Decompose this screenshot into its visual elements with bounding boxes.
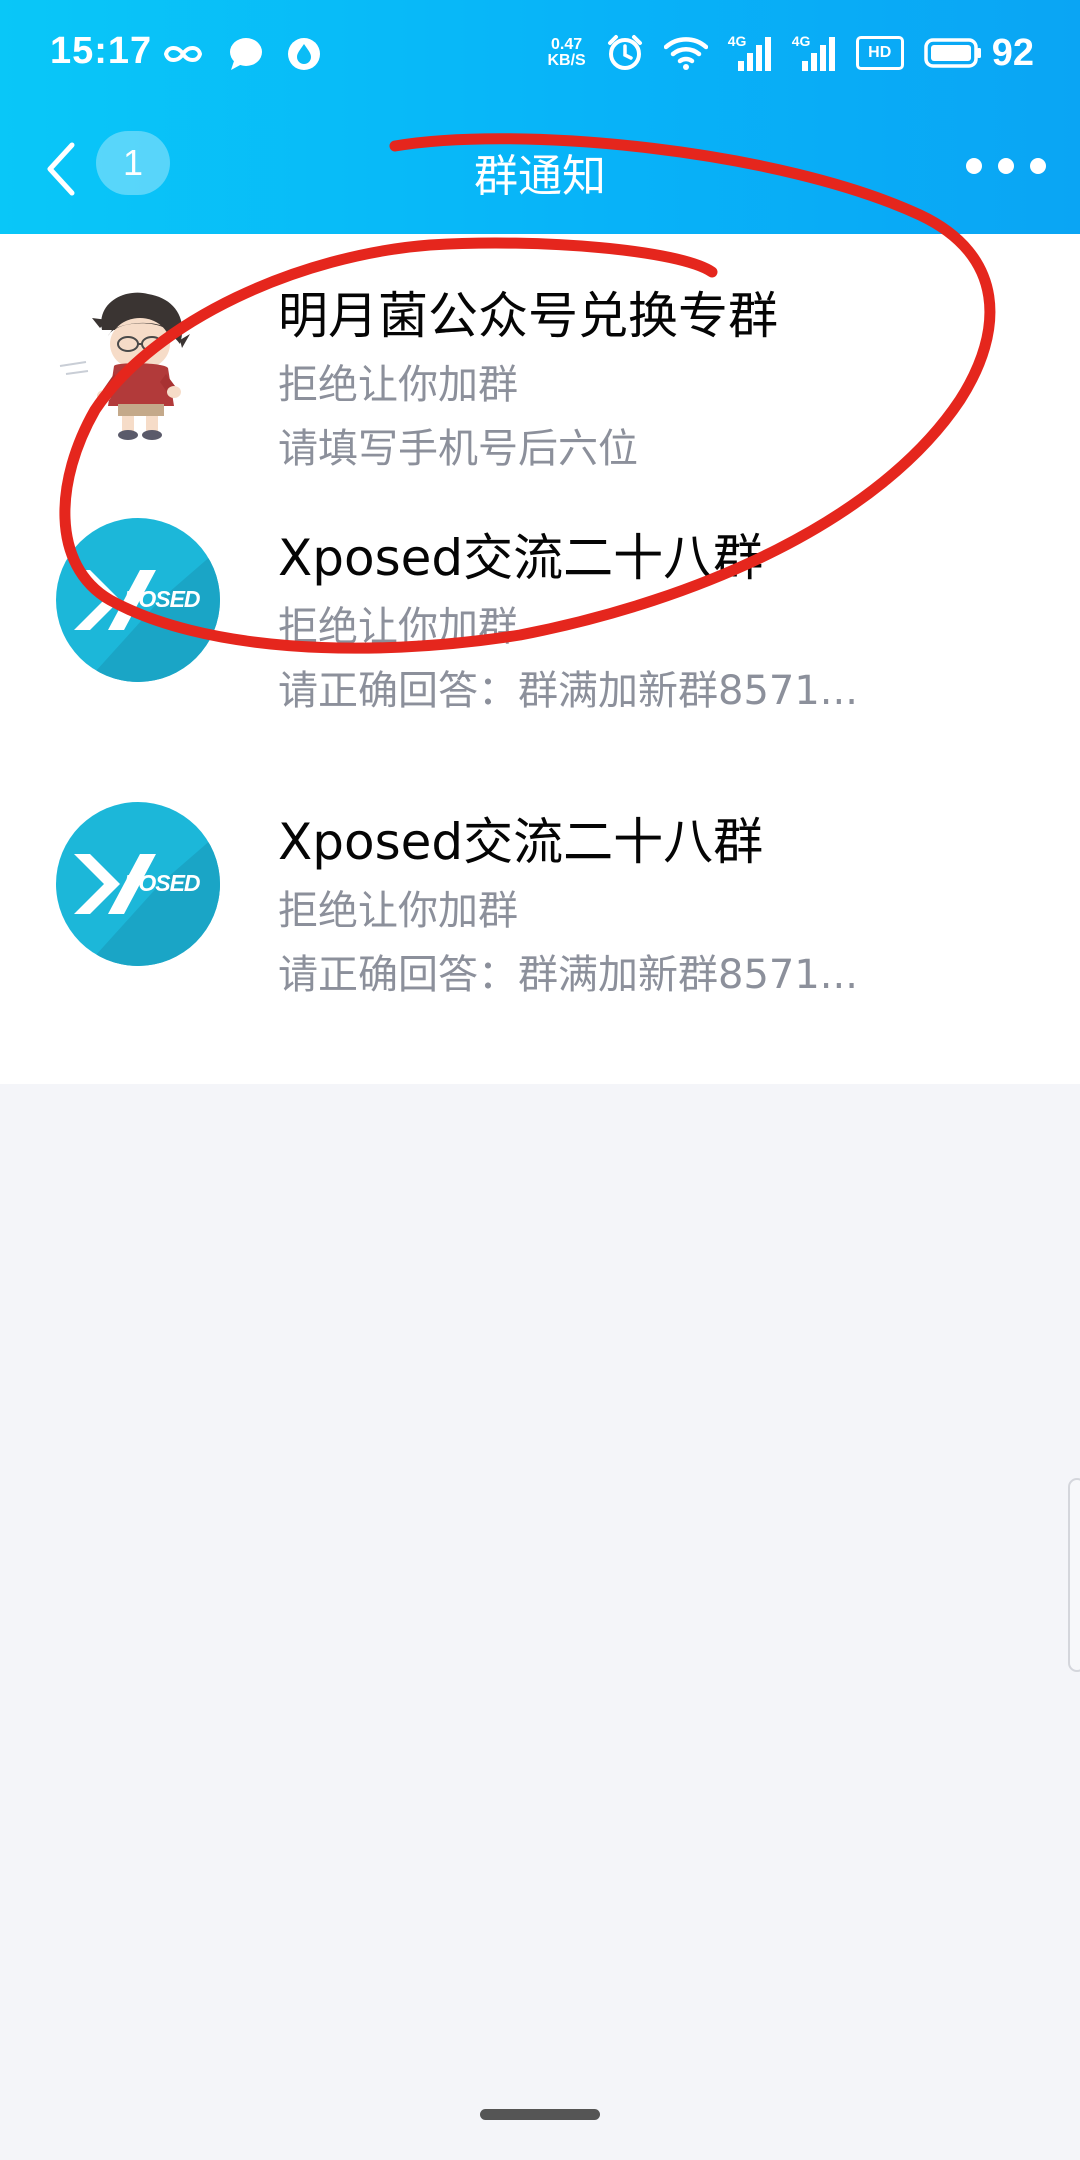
status-right-icons: 0.47 KB/S 4G 4G HD 92: [547, 30, 1034, 76]
notification-status: 拒绝让你加群: [278, 888, 518, 934]
net-speed-value: 0.47: [551, 36, 583, 53]
status-time: 15:17: [50, 30, 153, 72]
battery-level: 92: [991, 31, 1034, 74]
infinity-icon: [163, 46, 203, 62]
more-button[interactable]: [966, 146, 1046, 186]
notification-note: 请填写手机号后六位: [278, 426, 638, 472]
app-header: 15:17 0.47 KB/S 4G 4G HD 92 1 群通知: [0, 0, 1080, 234]
signal-icon-1: 4G: [728, 33, 772, 73]
notification-item[interactable]: POSED Xposed交流二十八群 拒绝让你加群 请正确回答：群满加新群857…: [0, 518, 1080, 802]
hd-label: HD: [868, 44, 892, 61]
notification-status: 拒绝让你加群: [278, 362, 518, 408]
net-speed-unit: KB/S: [547, 52, 586, 69]
xposed-logo-text: POSED: [124, 870, 201, 896]
notification-status: 拒绝让你加群: [278, 604, 518, 650]
notification-note: 请正确回答：群满加新群8571...: [278, 668, 858, 714]
more-icon-dot: [1030, 158, 1046, 174]
xposed-logo-avatar: POSED: [56, 518, 220, 682]
chat-bubble-icon: [230, 38, 262, 70]
notification-title: Xposed交流二十八群: [278, 529, 764, 587]
drop-icon: [288, 38, 320, 70]
anime-character-avatar: [59, 292, 190, 440]
xposed-logo-avatar: POSED: [56, 802, 220, 966]
notification-title: Xposed交流二十八群: [278, 813, 764, 871]
notification-list: 明月菌公众号兑换专群 拒绝让你加群 请填写手机号后六位 POSED Xposed…: [0, 234, 1080, 1084]
more-icon-dot: [966, 158, 982, 174]
notification-item[interactable]: 明月菌公众号兑换专群 拒绝让你加群 请填写手机号后六位: [0, 234, 1080, 518]
wifi-icon: [663, 37, 708, 70]
hd-icon: HD: [855, 36, 904, 70]
page-title: 群通知: [474, 151, 606, 202]
notification-item[interactable]: POSED Xposed交流二十八群 拒绝让你加群 请正确回答：群满加新群857…: [0, 802, 1080, 1086]
battery-icon: [923, 38, 981, 68]
side-scroll-handle[interactable]: [1068, 1478, 1080, 1672]
more-icon-dot: [998, 158, 1014, 174]
signal-icon-2: 4G: [792, 33, 836, 73]
home-indicator[interactable]: [480, 2109, 600, 2120]
status-bar: 15:17 0.47 KB/S 4G 4G HD 92: [0, 0, 1080, 110]
xposed-logo-text: POSED: [124, 586, 201, 612]
notification-note: 请正确回答：群满加新群8571...: [278, 952, 858, 998]
title-bar: 1 群通知: [0, 110, 1080, 234]
net-speed: 0.47 KB/S: [547, 37, 585, 69]
notification-title: 明月菌公众号兑换专群: [278, 287, 778, 345]
alarm-icon: [607, 35, 642, 70]
status-left-icons: [160, 34, 322, 74]
